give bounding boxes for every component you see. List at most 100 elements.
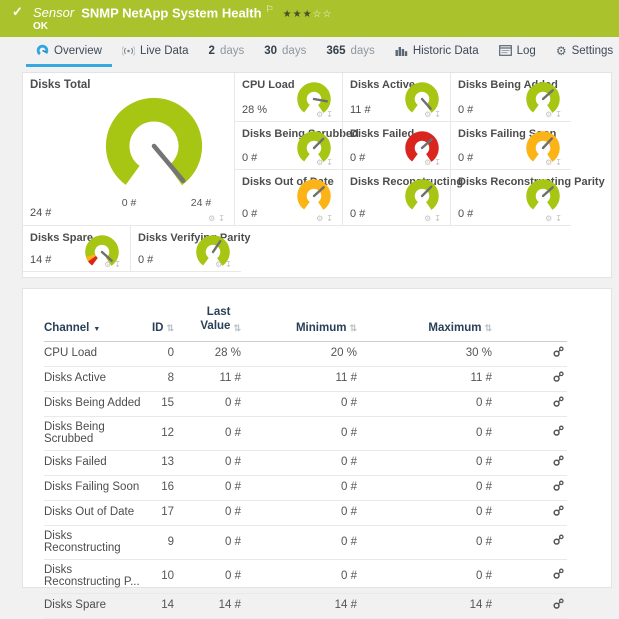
- pin-icon[interactable]: ↧: [555, 158, 562, 167]
- tab-historic-data[interactable]: Historic Data: [385, 37, 489, 67]
- tab-number: 30: [264, 45, 277, 57]
- gear-icon[interactable]: ⚙: [545, 110, 552, 119]
- star-empty-icon[interactable]: ☆: [313, 9, 323, 20]
- pin-icon[interactable]: ↧: [225, 260, 232, 269]
- cell-channel: Disks Reconstructing P...: [44, 559, 144, 593]
- channel-gear-icon: [552, 480, 564, 492]
- channel-settings-button[interactable]: [552, 455, 564, 467]
- tab-2[interactable]: 2days: [199, 37, 255, 67]
- cell-maximum: 0 #: [357, 391, 492, 416]
- gear-icon[interactable]: ⚙: [215, 260, 222, 269]
- gear-icon[interactable]: ⚙: [316, 110, 323, 119]
- column-header-id[interactable]: ID⇅: [144, 305, 174, 341]
- pin-icon[interactable]: ↧: [434, 158, 441, 167]
- table-row: Disks Spare 14 14 # 14 # 14 #: [44, 593, 567, 618]
- column-header-channel[interactable]: Channel▼: [44, 305, 144, 341]
- gear-icon[interactable]: ⚙: [545, 158, 552, 167]
- gear-icon[interactable]: ⚙: [424, 158, 431, 167]
- sort-toggle-icon: ⇅: [349, 323, 357, 333]
- gauge-panel-disks-being-added[interactable]: Disks Being Added 0 # ⚙↧: [450, 73, 571, 122]
- gear-icon[interactable]: ⚙: [316, 158, 323, 167]
- pin-icon[interactable]: ↧: [326, 214, 333, 223]
- column-header-maximum[interactable]: Maximum⇅: [357, 305, 492, 341]
- channel-settings-button[interactable]: [552, 346, 564, 358]
- star-filled-icon[interactable]: ★: [293, 9, 303, 20]
- channel-settings-button[interactable]: [552, 534, 564, 546]
- gear-icon[interactable]: ⚙: [424, 214, 431, 223]
- gauge-panel-disks-total[interactable]: Disks Total 0 # 24 # 24 # ⚙↧: [23, 73, 234, 226]
- star-empty-icon[interactable]: ☆: [323, 9, 333, 20]
- channel-gear-icon: [552, 505, 564, 517]
- tab-365[interactable]: 365days: [316, 37, 384, 67]
- gauge-panel-disks-being-scrubbed[interactable]: Disks Being Scrubbed 0 # ⚙↧: [234, 122, 342, 170]
- log-icon: [499, 45, 512, 56]
- cell-minimum: 0 #: [241, 391, 357, 416]
- pin-icon[interactable]: ↧: [434, 214, 441, 223]
- priority-stars[interactable]: ★★★☆☆: [283, 9, 333, 20]
- gauge-panel-disks-failed[interactable]: Disks Failed 0 # ⚙↧: [342, 122, 450, 170]
- cell-maximum: 0 #: [357, 525, 492, 559]
- gauge-panel-disks-out-of-date[interactable]: Disks Out of Date 0 # ⚙↧: [234, 170, 342, 226]
- channel-gear-icon: [552, 371, 564, 383]
- pin-icon[interactable]: ↧: [114, 260, 121, 269]
- sort-desc-icon: ▼: [93, 326, 100, 333]
- tab-suffix: days: [220, 45, 244, 57]
- chart-icon: [395, 45, 408, 56]
- cell-minimum: 0 #: [241, 559, 357, 593]
- channel-settings-button[interactable]: [552, 598, 564, 610]
- channel-settings-button[interactable]: [552, 425, 564, 437]
- tab-log[interactable]: Log: [489, 37, 546, 67]
- cell-minimum: 0 #: [241, 525, 357, 559]
- gear-icon[interactable]: ⚙: [208, 214, 215, 223]
- channel-settings-button[interactable]: [552, 396, 564, 408]
- cell-channel: Disks Spare: [44, 593, 144, 618]
- cell-maximum: 0 #: [357, 559, 492, 593]
- gear-icon[interactable]: ⚙: [104, 260, 111, 269]
- channel-settings-button[interactable]: [552, 480, 564, 492]
- gauge-value: 0 #: [458, 152, 473, 164]
- cell-minimum: 0 #: [241, 450, 357, 475]
- gear-icon[interactable]: ⚙: [424, 110, 431, 119]
- gauge-panel-disks-verifying-parity[interactable]: Disks Verifying Parity 0 # ⚙↧: [130, 226, 241, 272]
- tab-number: 365: [326, 45, 345, 57]
- pin-icon[interactable]: ↧: [434, 110, 441, 119]
- tab-30[interactable]: 30days: [254, 37, 316, 67]
- gauge-panel-cpu-load[interactable]: CPU Load 28 % ⚙↧: [234, 73, 342, 122]
- table-row: Disks Reconstructing P... 10 0 # 0 # 0 #: [44, 559, 567, 593]
- tab-live-data[interactable]: Live Data: [112, 37, 199, 67]
- cell-last-value: 0 #: [174, 525, 241, 559]
- tab-overview[interactable]: Overview: [26, 37, 112, 67]
- cell-id: 17: [144, 500, 174, 525]
- gear-icon[interactable]: ⚙: [316, 214, 323, 223]
- gauge-dial: [296, 178, 332, 214]
- tab-settings[interactable]: ⚙Settings: [546, 37, 619, 67]
- pin-icon[interactable]: ↧: [555, 214, 562, 223]
- gauge-panel-disks-failing-soon[interactable]: Disks Failing Soon 0 # ⚙↧: [450, 122, 571, 170]
- star-filled-icon[interactable]: ★: [303, 9, 313, 20]
- table-row: Disks Active 8 11 # 11 # 11 #: [44, 366, 567, 391]
- gauge-title: CPU Load: [242, 79, 295, 91]
- gauge-panel-disks-reconstructing-parity[interactable]: Disks Reconstructing Parity 0 # ⚙↧: [450, 170, 571, 226]
- column-header-last-value[interactable]: Last Value⇅: [174, 305, 241, 341]
- cell-minimum: 20 %: [241, 341, 357, 366]
- gauge-panel-disks-reconstructing[interactable]: Disks Reconstructing 0 # ⚙↧: [342, 170, 450, 226]
- channel-gear-icon: [552, 598, 564, 610]
- pin-icon[interactable]: ↧: [326, 158, 333, 167]
- pin-icon[interactable]: ↧: [218, 214, 225, 223]
- gauge-panel-disks-spare[interactable]: Disks Spare 14 # ⚙↧: [23, 226, 130, 272]
- gear-icon[interactable]: ⚙: [545, 214, 552, 223]
- pin-icon[interactable]: ↧: [555, 110, 562, 119]
- pin-icon[interactable]: ↧: [326, 110, 333, 119]
- gauge-dial: [525, 178, 561, 214]
- gauge-panel-disks-active[interactable]: Disks Active 11 # ⚙↧: [342, 73, 450, 122]
- priority-flag-icon[interactable]: ⚐: [266, 4, 274, 14]
- channel-settings-button[interactable]: [552, 371, 564, 383]
- cell-id: 14: [144, 593, 174, 618]
- cell-channel: Disks Active: [44, 366, 144, 391]
- channel-settings-button[interactable]: [552, 505, 564, 517]
- star-filled-icon[interactable]: ★: [283, 9, 293, 20]
- channel-settings-button[interactable]: [552, 568, 564, 580]
- cell-id: 9: [144, 525, 174, 559]
- column-header-minimum[interactable]: Minimum⇅: [241, 305, 357, 341]
- gauge-scale-max: 24 #: [181, 197, 221, 209]
